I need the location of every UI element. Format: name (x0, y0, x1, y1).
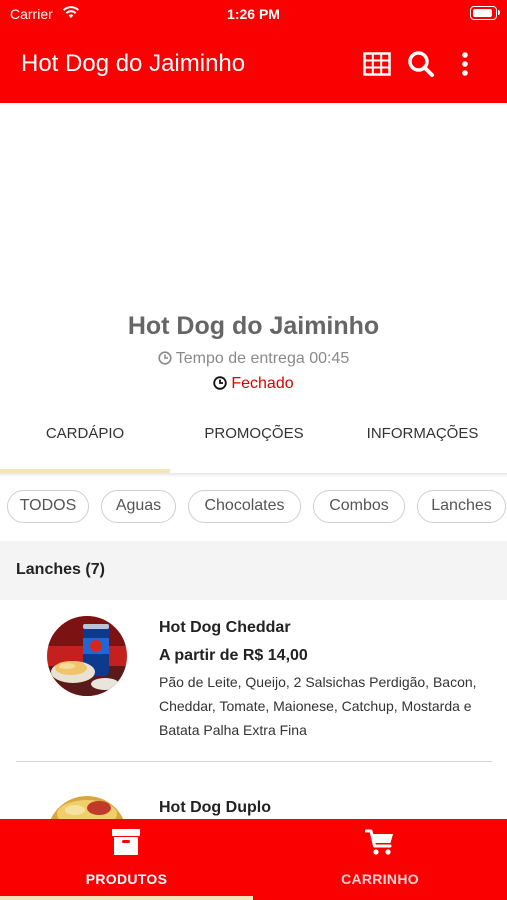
app-header: Carrier 1:26 PM Hot Dog do Jaiminho (0, 0, 507, 103)
bottom-nav-indicator (0, 896, 253, 900)
shopping-cart-icon (364, 828, 395, 861)
bottom-navigation: PRODUTOS CARRINHO (0, 819, 507, 900)
nav-carrinho[interactable]: CARRINHO (253, 819, 507, 900)
product-item[interactable]: Hot Dog Cheddar A partir de R$ 14,00 Pão… (0, 600, 507, 761)
delivery-time-text: Tempo de entrega 00:45 (175, 350, 350, 367)
chip-lanches[interactable]: Lanches (417, 490, 506, 523)
tab-bar: CARDÁPIO PROMOÇÕES INFORMAÇÕES (0, 412, 507, 472)
chip-chocolates[interactable]: Chocolates (188, 490, 301, 523)
chip-combos[interactable]: Combos (313, 490, 405, 523)
store-status: Fechado (0, 375, 507, 395)
status-bar: Carrier 1:26 PM (0, 0, 507, 28)
store-name: Hot Dog do Jaiminho (127, 312, 380, 340)
chip-todos[interactable]: TODOS (7, 490, 89, 523)
battery-icon (470, 6, 500, 20)
clock-icon (213, 376, 228, 395)
chip-aguas[interactable]: Aguas (101, 490, 176, 523)
app-title: Hot Dog do Jaiminho (21, 50, 246, 77)
product-image (47, 616, 127, 696)
product-name: Hot Dog Duplo (159, 799, 271, 816)
archive-box-icon (111, 828, 141, 861)
product-price: A partir de R$ 14,00 (159, 647, 308, 664)
clock-icon (158, 351, 172, 370)
search-icon[interactable] (405, 48, 437, 80)
grid-icon[interactable] (361, 48, 393, 80)
section-header: Lanches (7) (0, 541, 507, 600)
product-description: Pão de Leite, Queijo, 2 Salsichas Perdig… (159, 674, 477, 738)
nav-produtos[interactable]: PRODUTOS (0, 819, 253, 900)
tab-shadow (0, 473, 507, 477)
nav-produtos-label: PRODUTOS (85, 871, 168, 887)
section-title: Lanches (7) (16, 561, 105, 578)
product-item[interactable]: Hot Dog Duplo (0, 762, 507, 819)
nav-carrinho-label: CARRINHO (341, 871, 419, 887)
product-name: Hot Dog Cheddar (159, 619, 291, 636)
tab-cardapio[interactable]: CARDÁPIO (0, 412, 170, 472)
product-image (47, 796, 127, 819)
store-status-text: Fechado (231, 375, 294, 392)
more-vertical-icon[interactable] (449, 48, 481, 80)
clock: 1:26 PM (227, 6, 280, 22)
delivery-time: Tempo de entrega 00:45 (0, 350, 507, 370)
tab-promocoes[interactable]: PROMOÇÕES (170, 412, 338, 472)
tab-informacoes[interactable]: INFORMAÇÕES (338, 412, 507, 472)
